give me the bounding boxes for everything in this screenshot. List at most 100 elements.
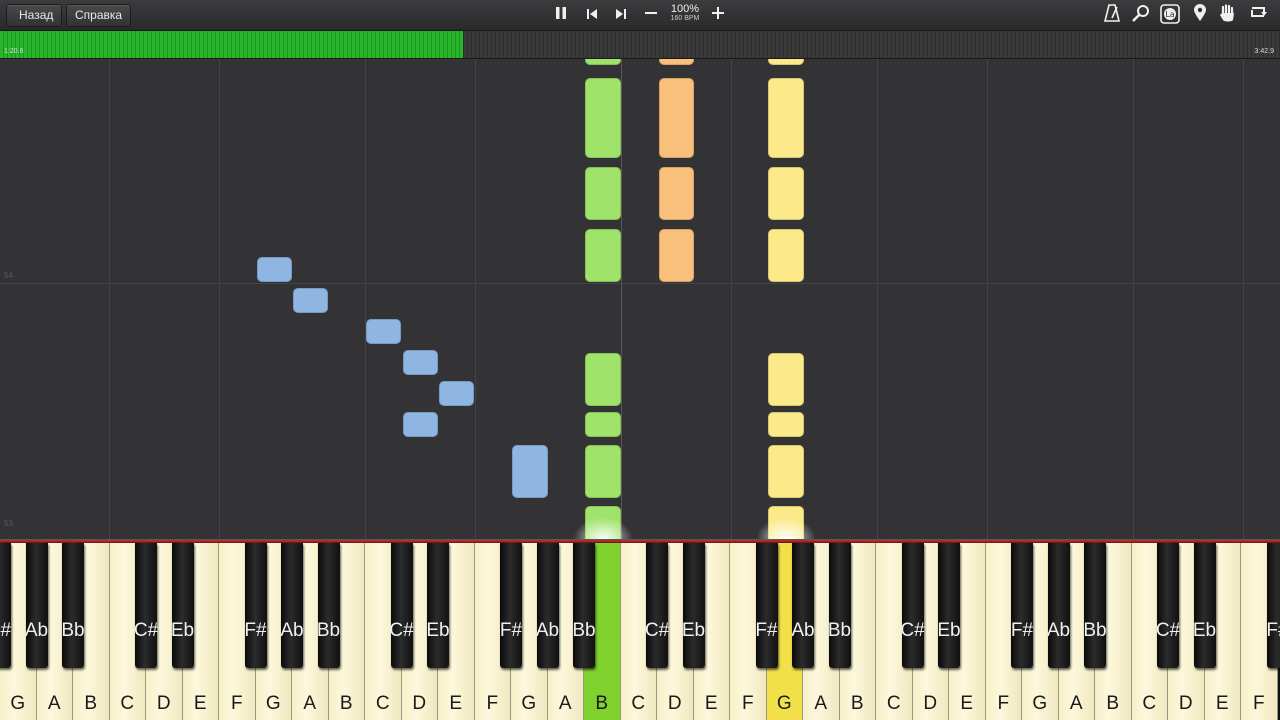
key-label: Eb (426, 620, 450, 641)
note-blue (257, 257, 292, 282)
note-blue (512, 445, 548, 498)
piano-key-black[interactable]: Eb (937, 543, 961, 668)
note-blue (403, 412, 438, 437)
skip-back-icon[interactable] (581, 5, 603, 25)
key-label: B (84, 693, 98, 714)
plus-icon[interactable] (707, 5, 729, 25)
speed-percent: 100% (670, 3, 700, 15)
note-green (585, 412, 621, 437)
key-label: Bb (61, 620, 85, 641)
key-label: E (960, 693, 974, 714)
note-labels-icon[interactable]: La (1159, 4, 1181, 26)
note-orange (659, 78, 694, 158)
back-button[interactable]: Назад (6, 4, 63, 27)
key-label: B (850, 693, 864, 714)
note-yellow (768, 59, 804, 65)
note-green (585, 445, 621, 498)
piano-key-black[interactable]: Bb (317, 543, 340, 668)
piano-key-black[interactable]: C# (1156, 543, 1180, 668)
piano-key-black[interactable]: F# (755, 543, 778, 668)
minus-icon[interactable] (640, 5, 662, 25)
piano-key-black[interactable]: F# (0, 543, 11, 668)
piano-key-black[interactable]: Bb (572, 543, 596, 668)
progress-fill (0, 31, 464, 58)
note-yellow (768, 78, 804, 158)
piano-key-black[interactable]: Ab (25, 543, 48, 668)
key-label: Bb (316, 620, 341, 641)
note-orange (659, 167, 694, 220)
current-time: 1:20.6 (4, 48, 24, 55)
note-green (585, 78, 621, 158)
piano-key-black[interactable]: F# (1011, 543, 1033, 668)
note-yellow (768, 167, 804, 220)
key-label: G (1032, 693, 1048, 714)
piano-key-black[interactable]: Eb (426, 543, 450, 668)
piano-key-black[interactable]: Ab (791, 543, 815, 668)
piano-key-black[interactable]: Eb (682, 543, 705, 668)
key-label: Eb (170, 620, 195, 641)
metronome-icon[interactable] (1101, 4, 1123, 26)
piano-key-black[interactable]: Bb (828, 543, 851, 668)
key-label: C (1142, 693, 1157, 714)
note-yellow (768, 412, 804, 437)
note-yellow (768, 229, 804, 282)
measure-number: 54 (4, 271, 13, 280)
help-button[interactable]: Справка (66, 4, 132, 27)
key-label: G (521, 693, 537, 714)
hit-glow (756, 517, 816, 539)
note-green (585, 167, 621, 220)
piano-key-black[interactable]: Ab (1047, 543, 1070, 668)
key-label: A (1069, 693, 1083, 714)
key-label: F (1252, 693, 1265, 714)
key-label: F (997, 693, 1010, 714)
key-label: G (10, 693, 26, 714)
piano-keyboard: GABCDEFGABCDEFGABCDEFGABCDEFGABCDEFF#AbB… (0, 543, 1280, 720)
key-label: F (486, 693, 499, 714)
key-label: A (47, 693, 61, 714)
falling-notes-area: 54 53 (0, 59, 1280, 539)
key-label: D (156, 693, 171, 714)
key-label: C (120, 693, 135, 714)
key-label: E (704, 693, 718, 714)
note-yellow (768, 353, 804, 406)
location-marker-icon[interactable] (1189, 4, 1211, 26)
piano-key-black[interactable]: F# (244, 543, 267, 668)
key-label: D (667, 693, 682, 714)
note-green (585, 59, 621, 65)
note-green (585, 229, 621, 282)
speed-display: 100% 160 BPM (665, 3, 705, 23)
key-label: Eb (681, 620, 706, 641)
piano-key-black[interactable]: Bb (1083, 543, 1107, 668)
piano-key-black[interactable]: C# (389, 543, 414, 668)
key-label: D (412, 693, 427, 714)
key-label: A (303, 693, 317, 714)
skip-forward-icon[interactable] (610, 5, 632, 25)
key-label: A (558, 693, 572, 714)
loop-icon[interactable] (1247, 4, 1269, 26)
key-label: D (1178, 693, 1193, 714)
key-label: B (339, 693, 353, 714)
key-label: Eb (937, 620, 961, 641)
key-label: G (265, 693, 281, 714)
piano-key-black[interactable]: Ab (536, 543, 559, 668)
piano-key-black[interactable]: Bb (61, 543, 85, 668)
piano-key-black[interactable]: Eb (1193, 543, 1216, 668)
key-label: G (776, 693, 792, 714)
key-label: E (193, 693, 207, 714)
note-green (585, 353, 621, 406)
hand-icon[interactable] (1217, 4, 1239, 26)
piano-key-black[interactable]: C# (900, 543, 925, 668)
piano-key-black[interactable]: Ab (280, 543, 304, 668)
key-label: C (375, 693, 390, 714)
total-time: 3:42.9 (1254, 48, 1274, 55)
piano-key-black[interactable]: F# (500, 543, 522, 668)
note-blue (366, 319, 401, 344)
piano-key-black[interactable]: C# (645, 543, 669, 668)
key-label: Bb (1083, 620, 1107, 641)
search-icon[interactable] (1130, 4, 1152, 26)
song-progress-bar[interactable]: 1:20.6 3:42.9 (0, 31, 1280, 59)
piano-key-black[interactable]: F# (1266, 543, 1280, 668)
piano-key-black[interactable]: C# (134, 543, 158, 668)
piano-key-black[interactable]: Eb (171, 543, 194, 668)
pause-icon[interactable] (550, 5, 572, 25)
